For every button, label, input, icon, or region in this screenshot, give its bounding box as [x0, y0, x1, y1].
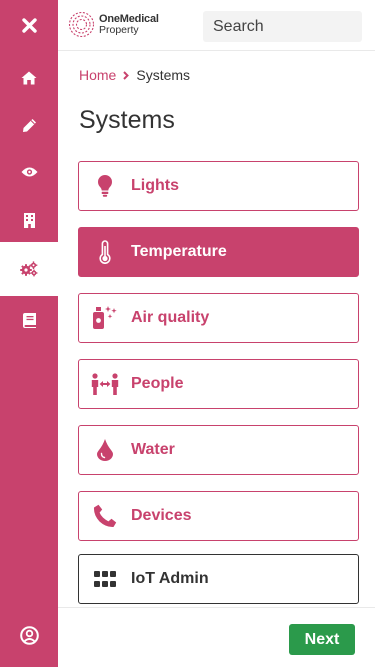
system-devices-label: Devices	[131, 507, 192, 524]
tint-icon	[97, 439, 113, 461]
breadcrumb-home-link[interactable]: Home	[79, 67, 116, 83]
search-input[interactable]	[203, 11, 362, 42]
system-devices-button[interactable]: Devices	[78, 491, 359, 541]
gears-icon	[20, 261, 38, 277]
system-people-label: People	[131, 375, 184, 392]
system-temperature-button[interactable]: Temperature	[78, 227, 359, 277]
sidebar-item-view[interactable]	[0, 149, 58, 195]
sidebar-item-systems[interactable]	[0, 242, 58, 296]
user-profile-button[interactable]	[0, 612, 58, 658]
system-lights-button[interactable]: Lights	[78, 161, 359, 211]
logo-line2: Property	[99, 23, 139, 36]
home-icon	[21, 71, 37, 85]
user-circle-icon	[19, 625, 39, 645]
people-arrows-icon	[91, 373, 119, 395]
breadcrumb: Home Systems	[79, 67, 190, 83]
chevron-right-icon	[123, 70, 130, 80]
system-lights-label: Lights	[131, 177, 179, 194]
bottom-bar: Next	[58, 607, 375, 668]
app-logo[interactable]: OneMedical Property	[68, 11, 159, 38]
logo-line1: OneMedical	[99, 12, 159, 25]
book-icon	[22, 312, 36, 328]
spray-icon	[93, 306, 117, 329]
system-people-button[interactable]: People	[78, 359, 359, 409]
system-iot-admin-label: IoT Admin	[131, 570, 209, 587]
system-air-quality-button[interactable]: Air quality	[78, 293, 359, 343]
sidebar	[0, 0, 58, 667]
sidebar-item-edit[interactable]	[0, 102, 58, 148]
sidebar-item-buildings[interactable]	[0, 197, 58, 243]
page-title: Systems	[79, 106, 175, 134]
grid-icon	[94, 571, 116, 587]
building-icon	[23, 212, 35, 228]
sidebar-item-docs[interactable]	[0, 297, 58, 343]
sidebar-item-home[interactable]	[0, 55, 58, 101]
pencil-icon	[22, 118, 36, 132]
top-bar: OneMedical Property	[58, 0, 375, 51]
breadcrumb-current: Systems	[136, 67, 191, 83]
phone-icon	[93, 504, 117, 528]
system-water-label: Water	[131, 441, 175, 458]
system-air-quality-label: Air quality	[131, 309, 210, 326]
logo-mark-icon	[68, 11, 95, 38]
eye-icon	[21, 167, 37, 177]
next-button[interactable]: Next	[289, 624, 355, 655]
system-temperature-label: Temperature	[131, 243, 227, 260]
system-water-button[interactable]: Water	[78, 425, 359, 475]
close-menu-button[interactable]	[0, 2, 58, 48]
thermometer-icon	[99, 240, 111, 264]
close-icon	[21, 17, 37, 33]
system-iot-admin-button[interactable]: IoT Admin	[78, 554, 359, 604]
lightbulb-icon	[98, 175, 112, 197]
